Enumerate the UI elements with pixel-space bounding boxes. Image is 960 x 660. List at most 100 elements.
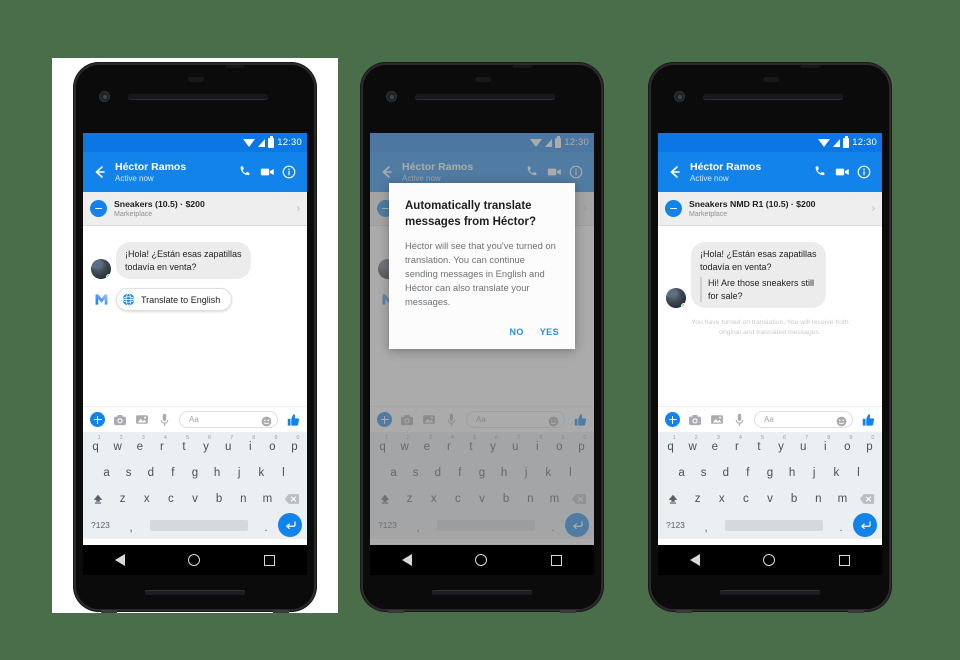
enter-key-icon[interactable] [278, 513, 302, 537]
key-e[interactable]: 3e [129, 435, 150, 457]
key-b[interactable]: b [208, 488, 231, 509]
plus-circle-icon[interactable] [665, 412, 680, 427]
chevron-right-icon[interactable]: › [872, 203, 875, 214]
comma-key[interactable]: , [121, 516, 141, 534]
space-key[interactable] [725, 519, 823, 531]
message-text-input[interactable]: Aa [179, 411, 278, 428]
emoji-smiley-icon[interactable] [261, 414, 272, 427]
message-bubble[interactable]: ¡Hola! ¿Están esas zapatillas todavía en… [691, 242, 826, 308]
translate-to-english-button[interactable]: Translate to English [116, 288, 233, 311]
key-a[interactable]: a [96, 462, 117, 483]
photo-gallery-icon[interactable] [710, 413, 724, 427]
key-s[interactable]: s [118, 462, 139, 483]
microphone-icon[interactable] [732, 413, 746, 427]
key-a[interactable]: a [671, 462, 692, 483]
phone-icon[interactable] [235, 162, 255, 182]
key-f[interactable]: f [737, 462, 758, 483]
key-w[interactable]: 2w [682, 435, 703, 457]
thumbs-up-icon[interactable] [286, 413, 300, 427]
recents-square-icon[interactable] [264, 554, 276, 566]
emoji-smiley-icon[interactable] [836, 414, 847, 427]
on-screen-keyboard[interactable]: 1q 2w 3e 4r 5t 6y 7u 8i 9o 0p a s d f g [83, 432, 307, 539]
key-x[interactable]: x [135, 488, 158, 509]
info-circle-icon[interactable] [854, 162, 874, 182]
shift-key-icon[interactable] [661, 493, 685, 505]
key-y[interactable]: 6y [196, 435, 217, 457]
key-q[interactable]: 1q [85, 435, 106, 457]
key-m[interactable]: m [831, 488, 854, 509]
key-n[interactable]: n [807, 488, 830, 509]
key-v[interactable]: v [183, 488, 206, 509]
key-z[interactable]: z [111, 488, 134, 509]
phone-icon[interactable] [810, 162, 830, 182]
comma-key[interactable]: , [696, 516, 716, 534]
key-w[interactable]: 2w [107, 435, 128, 457]
key-b[interactable]: b [783, 488, 806, 509]
home-circle-icon[interactable] [763, 554, 776, 566]
key-d[interactable]: d [140, 462, 161, 483]
key-l[interactable]: l [273, 462, 294, 483]
contact-info[interactable]: Héctor Ramos Active now [115, 161, 233, 184]
marketplace-listing-row[interactable]: Sneakers NMD R1 (10.5) · $200 Marketplac… [658, 192, 882, 226]
key-i[interactable]: 8i [815, 435, 836, 457]
key-h[interactable]: h [782, 462, 803, 483]
key-o[interactable]: 9o [837, 435, 858, 457]
period-key[interactable]: . [832, 516, 850, 534]
key-h[interactable]: h [207, 462, 228, 483]
on-screen-keyboard[interactable]: 1q 2w 3e 4r 5t 6y 7u 8i 9o 0p a s d f g [658, 432, 882, 539]
key-k[interactable]: k [826, 462, 847, 483]
key-v[interactable]: v [758, 488, 781, 509]
backspace-key-icon[interactable] [280, 493, 304, 505]
key-z[interactable]: z [686, 488, 709, 509]
thumbs-up-icon[interactable] [861, 413, 875, 427]
symbols-key[interactable]: ?123 [663, 520, 693, 530]
key-g[interactable]: g [759, 462, 780, 483]
key-d[interactable]: d [715, 462, 736, 483]
key-g[interactable]: g [184, 462, 205, 483]
dialog-yes-button[interactable]: YES [540, 327, 559, 337]
back-icon[interactable] [666, 163, 684, 181]
key-r[interactable]: 4r [726, 435, 747, 457]
period-key[interactable]: . [257, 516, 275, 534]
dialog-no-button[interactable]: NO [509, 327, 523, 337]
key-y[interactable]: 6y [771, 435, 792, 457]
plus-circle-icon[interactable] [90, 412, 105, 427]
contact-info[interactable]: Héctor Ramos Active now [690, 161, 808, 184]
key-j[interactable]: j [804, 462, 825, 483]
camera-icon[interactable] [688, 413, 702, 427]
recents-square-icon[interactable] [839, 554, 851, 566]
key-s[interactable]: s [693, 462, 714, 483]
video-camera-icon[interactable] [257, 162, 277, 182]
key-u[interactable]: 7u [218, 435, 239, 457]
key-u[interactable]: 7u [793, 435, 814, 457]
key-r[interactable]: 4r [151, 435, 172, 457]
video-camera-icon[interactable] [832, 162, 852, 182]
enter-key-icon[interactable] [853, 513, 877, 537]
shift-key-icon[interactable] [86, 493, 110, 505]
key-l[interactable]: l [848, 462, 869, 483]
home-circle-icon[interactable] [188, 554, 201, 566]
key-k[interactable]: k [251, 462, 272, 483]
backspace-key-icon[interactable] [855, 493, 879, 505]
marketplace-listing-row[interactable]: Sneakers (10.5) · $200 Marketplace › [83, 192, 307, 226]
key-p[interactable]: 0p [859, 435, 880, 457]
back-triangle-icon[interactable] [689, 554, 700, 566]
key-e[interactable]: 3e [704, 435, 725, 457]
recents-square-icon[interactable] [551, 554, 563, 566]
key-t[interactable]: 5t [748, 435, 769, 457]
symbols-key[interactable]: ?123 [88, 520, 118, 530]
message-text-input[interactable]: Aa [754, 411, 853, 428]
home-circle-icon[interactable] [475, 554, 488, 566]
key-q[interactable]: 1q [660, 435, 681, 457]
key-p[interactable]: 0p [284, 435, 305, 457]
back-triangle-icon[interactable] [114, 554, 125, 566]
info-circle-icon[interactable] [279, 162, 299, 182]
camera-icon[interactable] [113, 413, 127, 427]
space-key[interactable] [150, 519, 248, 531]
chevron-right-icon[interactable]: › [297, 203, 300, 214]
key-x[interactable]: x [710, 488, 733, 509]
key-o[interactable]: 9o [262, 435, 283, 457]
back-triangle-icon[interactable] [401, 554, 412, 566]
microphone-icon[interactable] [157, 413, 171, 427]
key-i[interactable]: 8i [240, 435, 261, 457]
